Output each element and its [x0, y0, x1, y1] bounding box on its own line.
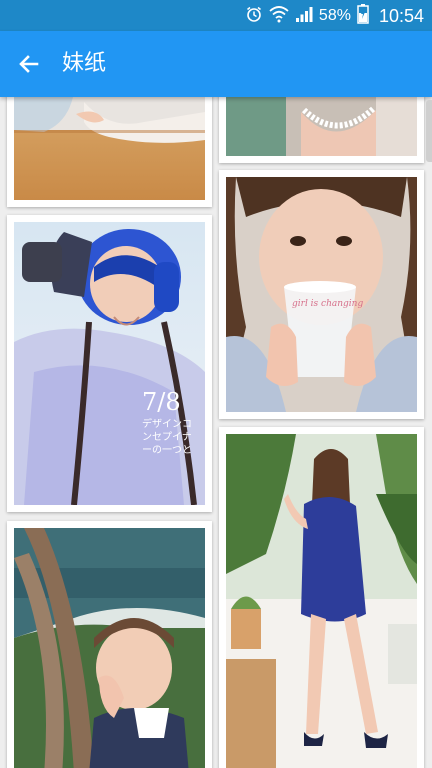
clock: 10:54 — [378, 5, 424, 26]
photo-grid[interactable]: 7/8 デザインコ ンセプイナ ーの一つと girl is changing — [0, 97, 432, 768]
signal-icon — [295, 5, 313, 28]
magazine-line: ーの一つと — [142, 445, 192, 456]
photo-card[interactable]: girl is changing — [219, 170, 424, 419]
status-bar: 58% 10:54 — [0, 0, 432, 31]
photo-desk-girl[interactable] — [14, 97, 205, 200]
cup-text: girl is changing — [292, 299, 364, 309]
photo-card[interactable]: 7/8 デザインコ ンセプイナ ーの一つと — [7, 215, 212, 512]
photo-lace-top[interactable] — [226, 97, 417, 156]
battery-percent: 58% — [318, 7, 351, 24]
photo-girl-cup[interactable]: girl is changing — [226, 177, 417, 412]
photo-card[interactable] — [7, 521, 212, 768]
scroll-handle[interactable] — [426, 100, 432, 162]
arrow-left-icon — [19, 55, 39, 73]
magazine-number: 7/8 — [142, 388, 181, 416]
photo-card[interactable] — [219, 427, 424, 768]
app-bar: 妹纸 — [0, 31, 432, 97]
photo-blue-dress[interactable] — [226, 434, 417, 768]
photo-girl-tree[interactable] — [14, 528, 205, 768]
magazine-text: 7/8 デザインコ ンセプイナ ーの一つと — [142, 390, 192, 457]
magazine-line: デザインコ — [142, 419, 192, 430]
magazine-line: ンセプイナ — [142, 432, 192, 443]
page-title: 妹纸 — [62, 51, 107, 76]
photo-magazine-helmet[interactable]: 7/8 デザインコ ンセプイナ ーの一つと — [14, 222, 205, 505]
wifi-icon — [269, 5, 289, 28]
photo-card[interactable] — [219, 97, 424, 163]
battery-charging-icon — [357, 3, 369, 29]
back-button[interactable] — [14, 49, 44, 79]
alarm-icon — [245, 5, 263, 28]
status-icons: 58% 10:54 — [245, 3, 424, 29]
photo-card[interactable] — [7, 97, 212, 207]
